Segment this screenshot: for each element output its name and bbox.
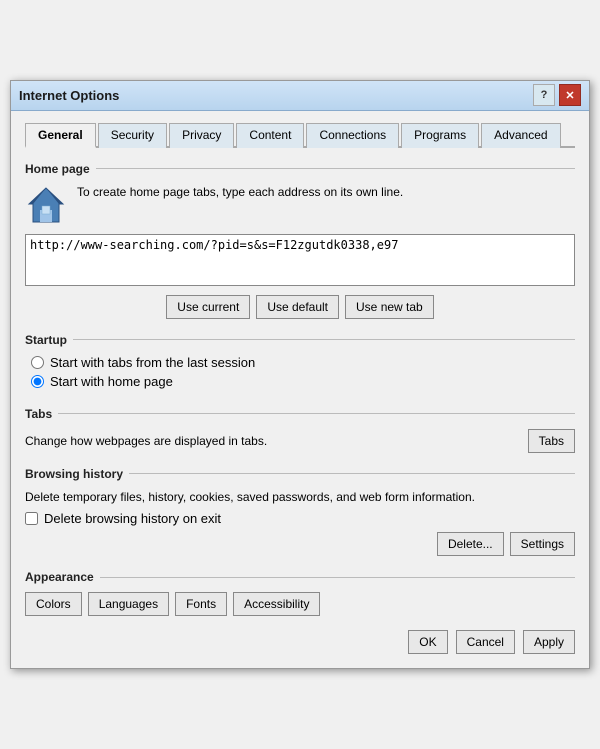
- delete-button[interactable]: Delete...: [437, 532, 504, 556]
- homepage-section-label: Home page: [25, 162, 575, 176]
- homepage-buttons: Use current Use default Use new tab: [25, 295, 575, 319]
- browsing-history-label: Browsing history: [25, 467, 575, 481]
- cancel-button[interactable]: Cancel: [456, 630, 515, 654]
- delete-history-checkbox-row: Delete browsing history on exit: [25, 511, 575, 526]
- help-button[interactable]: ?: [533, 84, 555, 106]
- titlebar-buttons: ? ✕: [533, 84, 581, 106]
- tab-security[interactable]: Security: [98, 123, 167, 148]
- tabs-section-label: Tabs: [25, 407, 575, 421]
- browsing-history-description: Delete temporary files, history, cookies…: [25, 489, 575, 506]
- home-icon: [25, 184, 67, 226]
- homepage-description: To create home page tabs, type each addr…: [77, 184, 403, 201]
- use-current-button[interactable]: Use current: [166, 295, 250, 319]
- homepage-url-input[interactable]: [25, 234, 575, 286]
- tabs-button[interactable]: Tabs: [528, 429, 575, 453]
- internet-options-window: Internet Options ? ✕ General Security Pr…: [10, 80, 590, 670]
- startup-option2-label: Start with home page: [50, 374, 173, 389]
- startup-option2-radio[interactable]: [31, 375, 44, 388]
- browsing-history-buttons: Delete... Settings: [25, 532, 575, 556]
- browsing-history-section: Browsing history Delete temporary files,…: [25, 465, 575, 559]
- startup-option1-row: Start with tabs from the last session: [25, 355, 575, 370]
- startup-option1-radio[interactable]: [31, 356, 44, 369]
- window-title: Internet Options: [19, 88, 119, 103]
- settings-button[interactable]: Settings: [510, 532, 575, 556]
- titlebar: Internet Options ? ✕: [11, 81, 589, 111]
- title-left: Internet Options: [19, 88, 119, 103]
- appearance-section: Appearance Colors Languages Fonts Access…: [25, 568, 575, 618]
- close-button[interactable]: ✕: [559, 84, 581, 106]
- startup-section-label: Startup: [25, 333, 575, 347]
- appearance-section-label: Appearance: [25, 570, 575, 584]
- homepage-section: Home page To create home page tabs, type…: [25, 160, 575, 321]
- tabs-section: Tabs Change how webpages are displayed i…: [25, 405, 575, 455]
- homepage-top: To create home page tabs, type each addr…: [25, 184, 575, 226]
- delete-history-label: Delete browsing history on exit: [44, 511, 221, 526]
- use-default-button[interactable]: Use default: [256, 295, 339, 319]
- dialog-body: General Security Privacy Content Connect…: [11, 111, 589, 669]
- tab-programs[interactable]: Programs: [401, 123, 479, 148]
- bottom-buttons: OK Cancel Apply: [25, 630, 575, 654]
- accessibility-button[interactable]: Accessibility: [233, 592, 320, 616]
- fonts-button[interactable]: Fonts: [175, 592, 227, 616]
- startup-section: Startup Start with tabs from the last se…: [25, 331, 575, 395]
- languages-button[interactable]: Languages: [88, 592, 169, 616]
- startup-option1-label: Start with tabs from the last session: [50, 355, 255, 370]
- use-newtab-button[interactable]: Use new tab: [345, 295, 434, 319]
- tab-connections[interactable]: Connections: [306, 123, 399, 148]
- startup-option2-row: Start with home page: [25, 374, 575, 389]
- apply-button[interactable]: Apply: [523, 630, 575, 654]
- tab-privacy[interactable]: Privacy: [169, 123, 234, 148]
- delete-history-checkbox[interactable]: [25, 512, 38, 525]
- tabs-row: General Security Privacy Content Connect…: [25, 121, 575, 148]
- tab-general[interactable]: General: [25, 123, 96, 148]
- ok-button[interactable]: OK: [408, 630, 447, 654]
- tab-advanced[interactable]: Advanced: [481, 123, 560, 148]
- tab-content[interactable]: Content: [236, 123, 304, 148]
- colors-button[interactable]: Colors: [25, 592, 82, 616]
- tabs-section-row: Change how webpages are displayed in tab…: [25, 429, 575, 453]
- tabs-section-description: Change how webpages are displayed in tab…: [25, 434, 267, 448]
- appearance-buttons: Colors Languages Fonts Accessibility: [25, 592, 575, 616]
